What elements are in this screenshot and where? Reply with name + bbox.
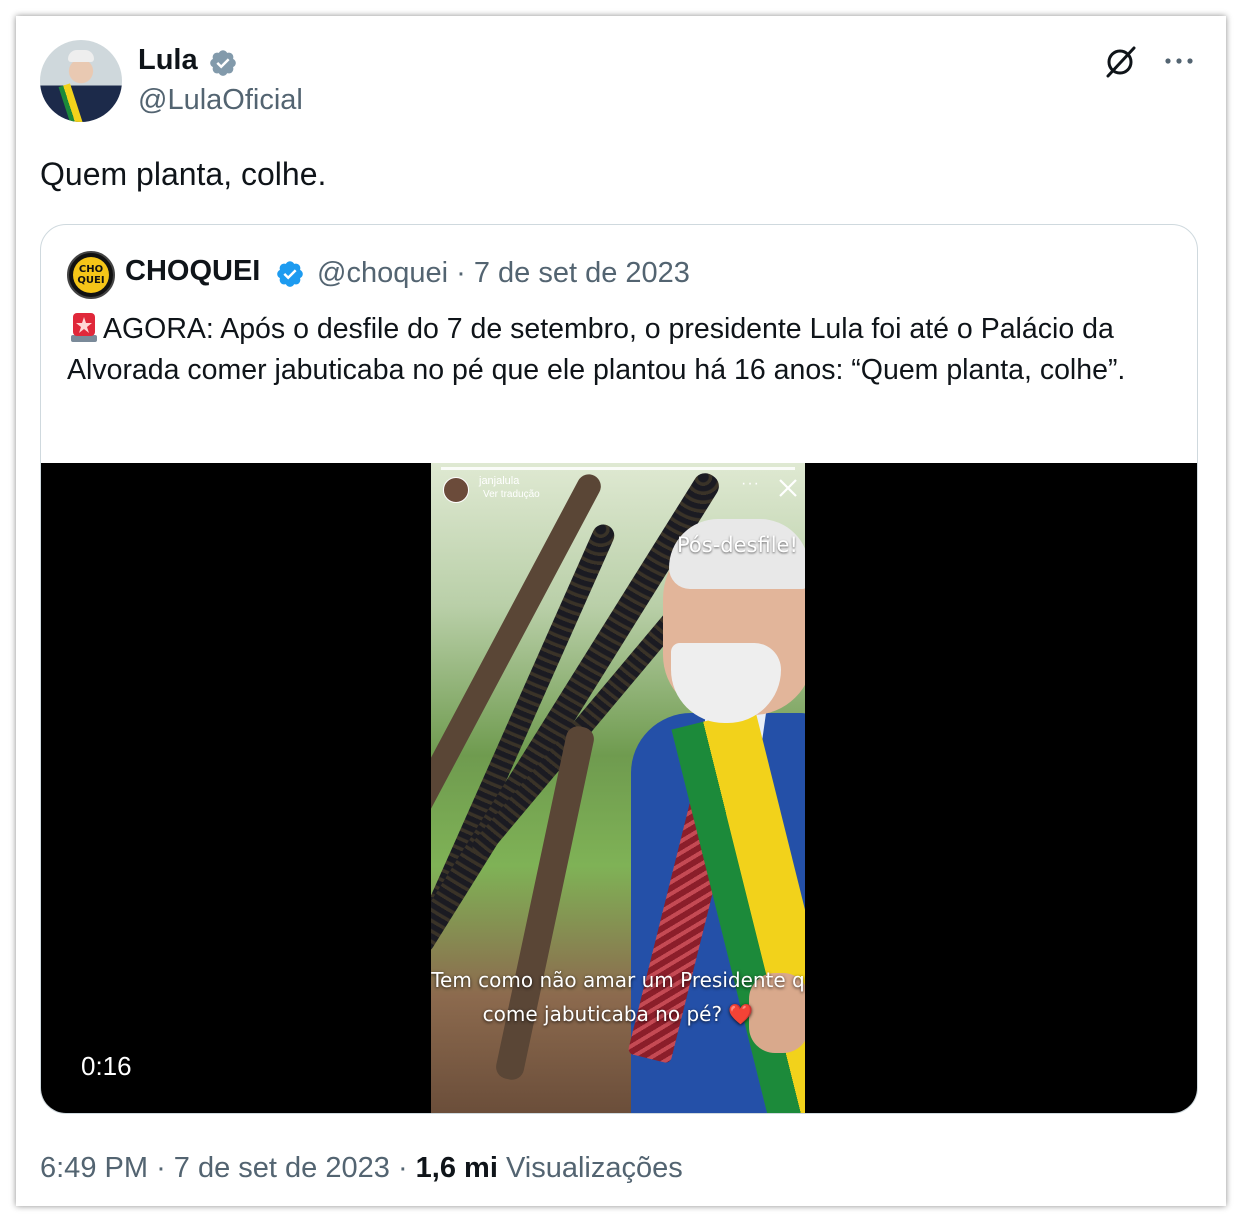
tweet-footer: 6:49 PM · 7 de set de 2023 · 1,6 mi Visu… <box>40 1152 683 1184</box>
author-name[interactable]: Lula <box>138 44 198 77</box>
quoted-author-avatar[interactable]: CHO QUEI <box>67 251 115 299</box>
tweet-text: Quem planta, colhe. <box>40 156 327 192</box>
avatar-hair <box>68 50 94 62</box>
verified-badge-icon <box>210 50 236 76</box>
video-player[interactable]: janjalula Ver tradução ··· Pós-desfile! … <box>41 463 1197 1113</box>
heart-icon: ❤️ <box>728 1002 754 1026</box>
video-duration: 0:16 <box>81 1051 132 1081</box>
quoted-tweet[interactable]: CHO QUEI CHOQUEI @choquei · 7 de set de 2… <box>40 224 1198 1114</box>
avatar-sash <box>58 83 86 122</box>
tweet-card: Lula @LulaOficial Quem planta, colhe. CH… <box>16 16 1226 1206</box>
story-caption-top: Pós-desfile! <box>677 533 798 557</box>
story-caption-bottom: Tem como não amar um Presidente q come j… <box>431 968 805 1026</box>
story-avatar <box>443 477 469 503</box>
choquei-logo: CHO QUEI <box>73 257 109 293</box>
story-translate: Ver tradução <box>483 489 540 500</box>
quoted-author-name[interactable]: CHOQUEI <box>125 255 260 288</box>
quoted-date[interactable]: 7 de set de 2023 <box>474 257 690 289</box>
quoted-author-handle[interactable]: @choquei <box>317 257 448 289</box>
author-avatar[interactable] <box>40 40 122 122</box>
quoted-meta: @choquei · 7 de set de 2023 <box>317 257 690 289</box>
more-horizontal-icon[interactable] <box>1162 46 1196 76</box>
tweet-date[interactable]: 7 de set de 2023 <box>174 1152 390 1184</box>
rotating-light-icon <box>71 313 97 342</box>
verified-badge-icon <box>277 261 303 287</box>
grok-icon[interactable] <box>1102 44 1138 80</box>
close-icon <box>779 479 797 497</box>
views-count: 1,6 mi <box>415 1152 498 1184</box>
story-username: janjalula <box>479 475 520 487</box>
views-label: Visualizações <box>505 1152 683 1184</box>
quoted-text: AGORA: Após o desfile do 7 de setembro, … <box>67 313 1126 386</box>
story-progress-bar <box>441 467 795 470</box>
story-more-icon: ··· <box>741 475 760 492</box>
author-handle[interactable]: @LulaOficial <box>138 84 303 117</box>
tweet-time[interactable]: 6:49 PM <box>40 1152 148 1184</box>
video-thumbnail[interactable]: janjalula Ver tradução ··· Pós-desfile! … <box>431 463 805 1113</box>
